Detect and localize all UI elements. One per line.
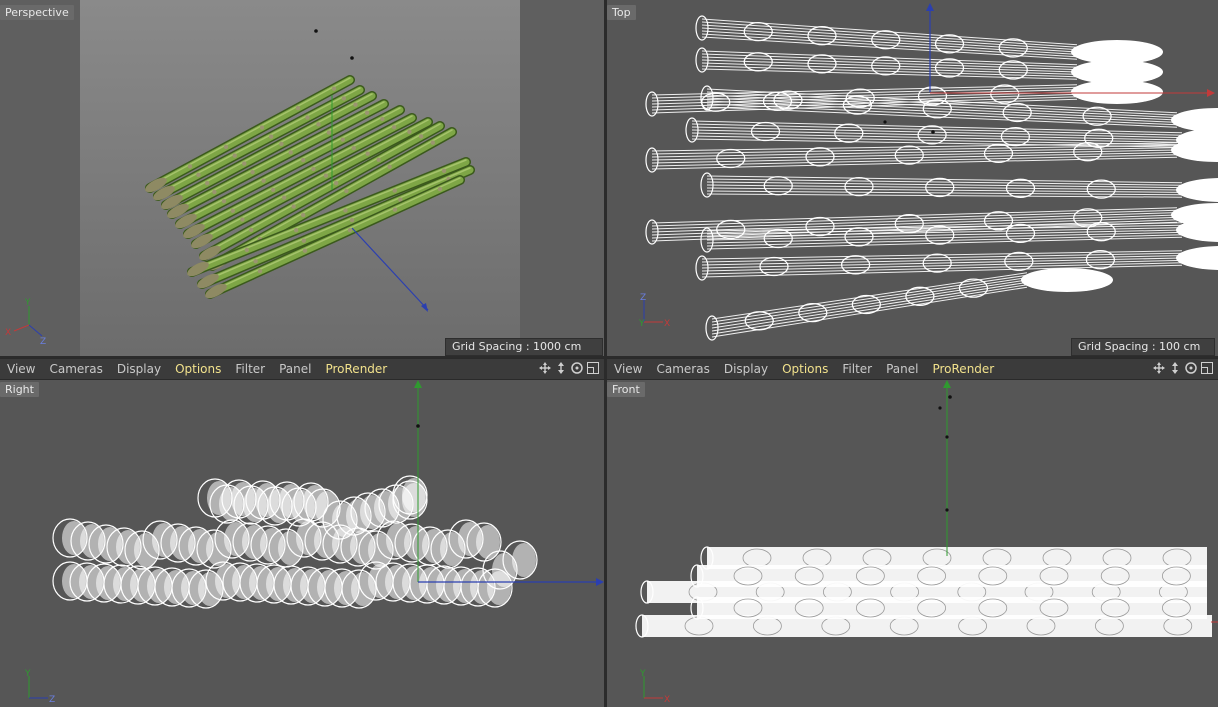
rotate-icon[interactable] (1184, 361, 1198, 375)
menu-panel[interactable]: Panel (879, 359, 925, 379)
viewport-label[interactable]: Front (607, 382, 645, 397)
viewport-label[interactable]: Perspective (0, 5, 74, 20)
rotate-icon[interactable] (570, 361, 584, 375)
move-icon[interactable] (1152, 361, 1166, 375)
viewport-top[interactable]: Top Grid Spacing : 100 cm Z Y X (607, 0, 1218, 356)
scale-icon[interactable] (1168, 361, 1182, 375)
axis-gizmo-icon: Y X (639, 669, 670, 705)
perspective-scene (0, 0, 604, 356)
svg-text:Z: Z (49, 695, 55, 705)
axis-gizmo-icon: Z Y X (638, 293, 670, 329)
svg-text:Z: Z (640, 293, 646, 303)
asparagus-wireframe-right[interactable] (52, 475, 538, 609)
menu-options[interactable]: Options (775, 359, 835, 379)
svg-text:Y: Y (639, 669, 646, 679)
menu-options[interactable]: Options (168, 359, 228, 379)
menu-panel[interactable]: Panel (272, 359, 318, 379)
svg-text:Y: Y (24, 298, 31, 308)
viewport-perspective[interactable]: Perspective Grid Spacing : 1000 cm Y X Z (0, 0, 604, 356)
asparagus-wireframe-top[interactable] (645, 15, 1218, 341)
menu-filter[interactable]: Filter (228, 359, 272, 379)
asparagus-wireframe-front[interactable] (635, 546, 1212, 638)
viewport-front[interactable]: Front Y X (607, 380, 1218, 707)
grid-spacing: Grid Spacing : 100 cm (1071, 338, 1215, 356)
maximize-icon[interactable] (1200, 361, 1214, 375)
menu-display[interactable]: Display (717, 359, 775, 379)
menu-view[interactable]: View (0, 359, 42, 379)
svg-text:X: X (5, 328, 11, 338)
viewport-divider-vertical[interactable] (604, 0, 607, 707)
viewport-label[interactable]: Right (0, 382, 39, 397)
right-wireframe-scene (52, 380, 604, 609)
svg-text:Y: Y (638, 319, 645, 329)
viewport-menubar-right: View Cameras Display Options Filter Pane… (607, 358, 1218, 380)
svg-text:Z: Z (40, 337, 46, 344)
move-icon[interactable] (538, 361, 552, 375)
menu-prorender[interactable]: ProRender (318, 359, 394, 379)
svg-text:X: X (664, 319, 670, 329)
front-wireframe-scene (635, 380, 1218, 638)
menu-display[interactable]: Display (110, 359, 168, 379)
viewport-divider-horizontal[interactable] (0, 356, 1218, 358)
viewport-label[interactable]: Top (607, 5, 636, 20)
viewport-menubar-left: View Cameras Display Options Filter Pane… (0, 358, 604, 380)
menu-view[interactable]: View (607, 359, 649, 379)
maximize-icon[interactable] (586, 361, 600, 375)
scale-icon[interactable] (554, 361, 568, 375)
menu-filter[interactable]: Filter (835, 359, 879, 379)
menu-cameras[interactable]: Cameras (42, 359, 109, 379)
axis-gizmo-icon: Y Z (24, 669, 55, 705)
menu-prorender[interactable]: ProRender (925, 359, 1001, 379)
grid-spacing: Grid Spacing : 1000 cm (445, 338, 603, 356)
viewport-right[interactable]: Right Y Z (0, 380, 604, 707)
svg-text:Y: Y (24, 669, 31, 679)
axis-gizmo-icon: Y X Z (5, 298, 46, 344)
svg-text:X: X (664, 695, 670, 705)
top-wireframe-scene (645, 3, 1218, 341)
menu-cameras[interactable]: Cameras (649, 359, 716, 379)
